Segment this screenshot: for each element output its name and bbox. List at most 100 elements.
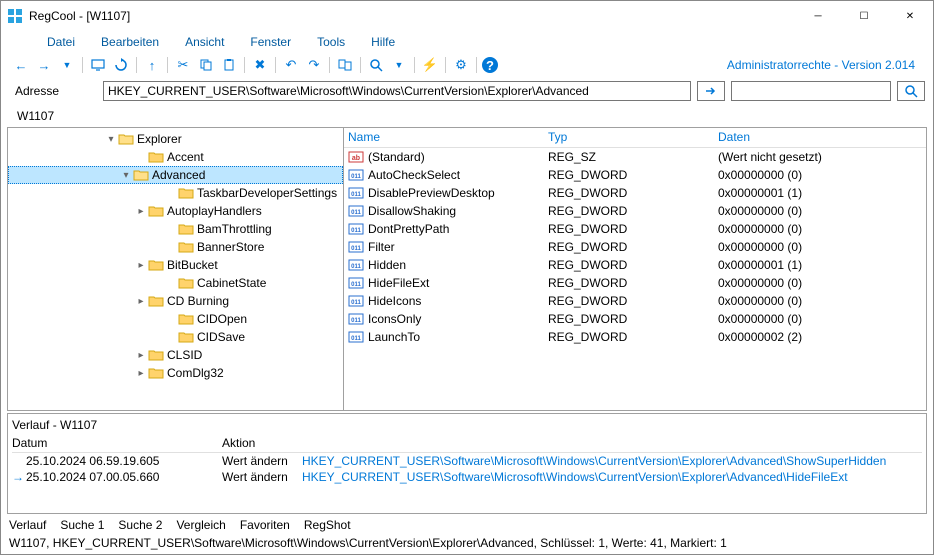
menu-item-5[interactable]: Hilfe (371, 35, 395, 49)
value-data: 0x00000000 (0) (718, 312, 922, 326)
tree-item[interactable]: Accent (8, 148, 343, 166)
app-window: RegCool - [W1107] ─ ☐ ✕ Datei Bearbeiten A… (0, 0, 934, 555)
menu-item-4[interactable]: Tools (317, 35, 345, 49)
expand-icon[interactable]: ▸ (134, 368, 148, 379)
tree-item[interactable]: CIDOpen (8, 310, 343, 328)
bottom-tab-5[interactable]: RegShot (304, 518, 351, 532)
expand-icon[interactable]: ▾ (119, 170, 133, 181)
folder-icon (178, 329, 194, 345)
address-bar: Adresse (1, 79, 933, 105)
value-type: REG_DWORD (548, 312, 718, 326)
value-data: 0x00000001 (1) (718, 186, 922, 200)
list-row[interactable]: 011HideFileExtREG_DWORD0x00000000 (0) (344, 274, 926, 292)
hist-col-aktion[interactable]: Aktion (222, 436, 922, 450)
col-type[interactable]: Typ (548, 130, 718, 144)
list-row[interactable]: 011HideIconsREG_DWORD0x00000000 (0) (344, 292, 926, 310)
col-data[interactable]: Daten (718, 130, 922, 144)
history-panel: Verlauf - W1107 Datum Aktion 25.10.2024 … (7, 413, 927, 514)
bottom-tab-0[interactable]: Verlauf (9, 518, 46, 532)
menu-item-3[interactable]: Fenster (250, 35, 291, 49)
col-name[interactable]: Name (348, 130, 548, 144)
address-input[interactable] (103, 81, 691, 101)
list-row[interactable]: 011DisallowShakingREG_DWORD0x00000000 (0… (344, 202, 926, 220)
bolt-button[interactable]: ⚡ (420, 55, 440, 75)
tree-label: BitBucket (167, 258, 218, 272)
bottom-tab-2[interactable]: Suche 2 (118, 518, 162, 532)
duplicate-button[interactable] (335, 55, 355, 75)
close-button[interactable]: ✕ (887, 1, 933, 31)
maximize-button[interactable]: ☐ (841, 1, 887, 31)
tree-item[interactable]: BannerStore (8, 238, 343, 256)
tree-item[interactable]: BamThrottling (8, 220, 343, 238)
settings-button[interactable]: ⚙ (451, 55, 471, 75)
list-row[interactable]: 011DontPrettyPathREG_DWORD0x00000000 (0) (344, 220, 926, 238)
menu-item-0[interactable]: Datei (47, 35, 75, 49)
expand-icon[interactable]: ▸ (134, 350, 148, 361)
list-row[interactable]: 011DisablePreviewDesktopREG_DWORD0x00000… (344, 184, 926, 202)
up-button[interactable]: ↑ (142, 55, 162, 75)
tree-item[interactable]: ▸AutoplayHandlers (8, 202, 343, 220)
svg-text:011: 011 (351, 246, 361, 252)
list-row[interactable]: ab(Standard)REG_SZ(Wert nicht gesetzt) (344, 148, 926, 166)
delete-button[interactable]: ✖ (250, 55, 270, 75)
tree-item[interactable]: TaskbarDeveloperSettings (8, 184, 343, 202)
list-body[interactable]: ab(Standard)REG_SZ(Wert nicht gesetzt)01… (344, 148, 926, 410)
value-data: 0x00000002 (2) (718, 330, 922, 344)
refresh-button[interactable] (111, 55, 131, 75)
dropdown-nav[interactable]: ▼ (57, 55, 77, 75)
bottom-tab-4[interactable]: Favoriten (240, 518, 290, 532)
value-type-icon: 011 (348, 203, 364, 219)
tab-w1107[interactable]: W1107 (7, 107, 64, 125)
computer-icon[interactable] (88, 55, 108, 75)
back-button[interactable]: ← (11, 55, 31, 75)
hist-col-datum[interactable]: Datum (12, 436, 222, 450)
copy-button[interactable] (196, 55, 216, 75)
tree-item[interactable]: ▸ CD Burning (8, 292, 343, 310)
tree-view[interactable]: ▾ExplorerAccent▾AdvancedTaskbarDeveloper… (8, 128, 344, 410)
tree-item[interactable]: ▸CLSID (8, 346, 343, 364)
menu-item-1[interactable]: Bearbeiten (101, 35, 159, 49)
expand-icon[interactable]: ▸ (134, 296, 148, 307)
expand-icon[interactable]: ▾ (104, 134, 118, 145)
tree-item[interactable]: CabinetState (8, 274, 343, 292)
folder-icon (148, 149, 164, 165)
quick-search-button[interactable] (897, 81, 925, 101)
redo-button[interactable]: ↷ (304, 55, 324, 75)
list-row[interactable]: 011LaunchToREG_DWORD0x00000002 (2) (344, 328, 926, 346)
window-title: RegCool - [W1107] (29, 9, 795, 23)
current-arrow-icon: → (12, 470, 26, 484)
value-type: REG_DWORD (548, 240, 718, 254)
undo-button[interactable]: ↶ (281, 55, 301, 75)
bottom-tab-3[interactable]: Vergleich (176, 518, 225, 532)
menu-item-2[interactable]: Ansicht (185, 35, 224, 49)
expand-icon[interactable]: ▸ (134, 260, 148, 271)
tree-item[interactable]: ▾Advanced (8, 166, 343, 184)
tree-item[interactable]: ▸ComDlg32 (8, 364, 343, 382)
quick-search-input[interactable] (731, 81, 891, 101)
tree-label: CD Burning (167, 294, 229, 308)
list-row[interactable]: 011FilterREG_DWORD0x00000000 (0) (344, 238, 926, 256)
address-go-button[interactable] (697, 81, 725, 101)
tree-item[interactable]: ▸ BitBucket (8, 256, 343, 274)
svg-text:011: 011 (351, 336, 361, 342)
history-path: HKEY_CURRENT_USER\Software\Microsoft\Win… (302, 454, 922, 468)
list-row[interactable]: 011HiddenREG_DWORD0x00000001 (1) (344, 256, 926, 274)
tree-label: CIDSave (197, 330, 245, 344)
cut-button[interactable]: ✂ (173, 55, 193, 75)
search-dropdown[interactable]: ▼ (389, 55, 409, 75)
tree-item[interactable]: CIDSave (8, 328, 343, 346)
help-button[interactable]: ? (482, 57, 498, 73)
tree-label: BamThrottling (197, 222, 272, 236)
search-button[interactable] (366, 55, 386, 75)
list-row[interactable]: 011AutoCheckSelectREG_DWORD0x00000000 (0… (344, 166, 926, 184)
paste-button[interactable] (219, 55, 239, 75)
expand-icon[interactable]: ▸ (134, 206, 148, 217)
minimize-button[interactable]: ─ (795, 1, 841, 31)
bottom-tab-1[interactable]: Suche 1 (60, 518, 104, 532)
history-row[interactable]: 25.10.2024 06.59.19.605Wert ändernHKEY_C… (12, 453, 922, 469)
value-type-icon: 011 (348, 329, 364, 345)
tree-item[interactable]: ▾Explorer (8, 130, 343, 148)
list-row[interactable]: 011IconsOnlyREG_DWORD0x00000000 (0) (344, 310, 926, 328)
history-row[interactable]: →25.10.2024 07.00.05.660Wert ändernHKEY_… (12, 469, 922, 485)
forward-button[interactable]: → (34, 55, 54, 75)
